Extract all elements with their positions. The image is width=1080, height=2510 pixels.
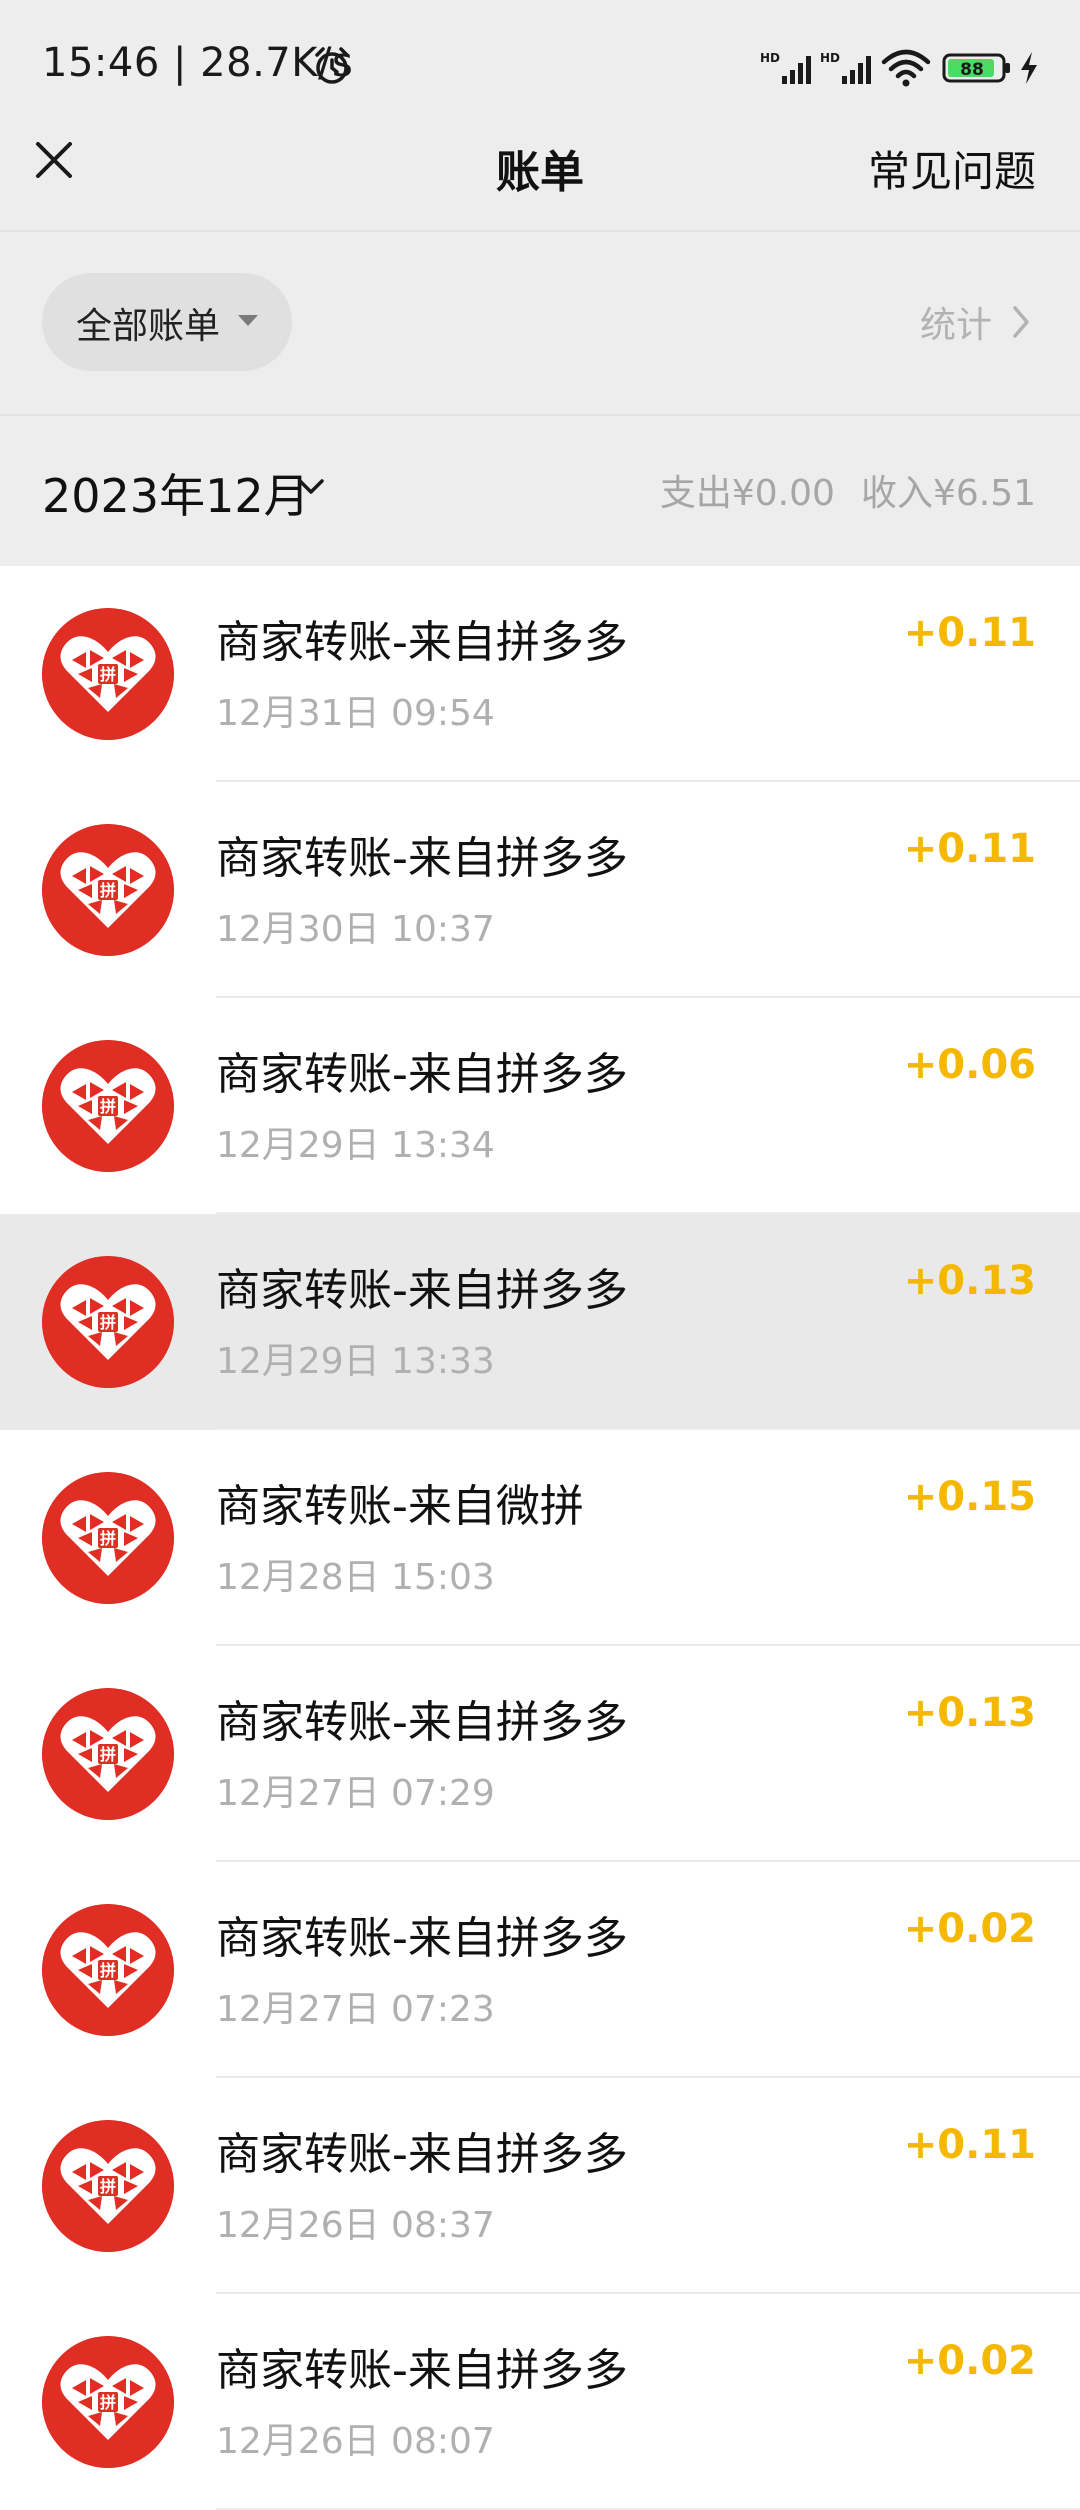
pinduoduo-logo-icon: 拼	[42, 1904, 174, 2036]
filter-label: 全部账单	[76, 306, 221, 347]
pinduoduo-logo-icon: 拼	[42, 608, 174, 740]
divider	[0, 230, 1080, 232]
transaction-time: 12月27日 07:23	[216, 1989, 495, 2030]
month-summary: 支出¥0.00 收入¥6.51	[634, 464, 1036, 516]
pinduoduo-logo-icon: 拼	[42, 2336, 174, 2468]
status-time: 15:46 | 28.7K/s	[42, 40, 354, 86]
transaction-amount: +0.02	[903, 1906, 1036, 1952]
transaction-time: 12月26日 08:07	[216, 2421, 495, 2462]
pinduoduo-logo-icon: 拼	[42, 1688, 174, 1820]
transaction-title: 商家转账-来自拼多多	[216, 1697, 628, 1748]
chevron-down-icon[interactable]	[296, 476, 326, 498]
svg-text:拼: 拼	[100, 2393, 116, 2412]
transaction-row[interactable]: 拼 商家转账-来自微拼 12月28日 15:03 +0.15	[0, 1430, 1080, 1646]
transaction-time: 12月27日 07:29	[216, 1773, 495, 1814]
transaction-time: 12月28日 15:03	[216, 1557, 495, 1598]
caret-down-icon	[238, 315, 258, 326]
transaction-row[interactable]: 拼 商家转账-来自拼多多 12月29日 13:34 +0.06	[0, 998, 1080, 1214]
chevron-right-icon[interactable]	[1010, 304, 1032, 340]
hd-label: HD	[760, 51, 780, 65]
transaction-row[interactable]: 拼 商家转账-来自拼多多 12月29日 13:33 +0.13	[0, 1214, 1080, 1430]
wifi-icon	[881, 49, 931, 87]
transaction-amount: +0.11	[903, 610, 1036, 656]
transaction-amount: +0.13	[903, 1690, 1036, 1736]
svg-text:拼: 拼	[100, 1529, 116, 1548]
transaction-row[interactable]: 拼 商家转账-来自拼多多 12月27日 07:29 +0.13	[0, 1646, 1080, 1862]
hd-label: HD	[820, 51, 840, 65]
income-total: 收入¥6.51	[860, 473, 1036, 514]
transaction-row[interactable]: 拼 商家转账-来自拼多多 12月31日 09:54 +0.11	[0, 566, 1080, 782]
charging-bolt-icon	[1021, 52, 1037, 84]
transaction-list: 拼商家转账-来自拼多多 12月31日 09:54 +0.11 拼商家转账-来自拼多多 1…	[0, 566, 1080, 2510]
transaction-title: 商家转账-来自拼多多	[216, 1913, 628, 1964]
battery-level: 88	[960, 60, 984, 80]
transaction-amount: +0.11	[903, 826, 1036, 872]
transaction-time: 12月26日 08:37	[216, 2205, 495, 2246]
transaction-amount: +0.15	[903, 1474, 1036, 1520]
pinduoduo-logo-icon: 拼	[42, 1256, 174, 1388]
transaction-amount: +0.11	[903, 2122, 1036, 2168]
transaction-title: 商家转账-来自微拼	[216, 1481, 584, 1532]
transaction-title: 商家转账-来自拼多多	[216, 2129, 628, 2180]
transaction-title: 商家转账-来自拼多多	[216, 617, 628, 668]
transaction-title: 商家转账-来自拼多多	[216, 2345, 628, 2396]
cellular-signal-1-icon: HD	[760, 51, 811, 84]
transaction-amount: +0.06	[903, 1042, 1036, 1088]
alarm-clock-icon	[315, 47, 349, 84]
faq-link[interactable]: 常见问题	[868, 138, 1036, 199]
pinduoduo-logo-icon: 拼	[42, 824, 174, 956]
svg-text:拼: 拼	[100, 2177, 116, 2196]
battery-icon: 88	[942, 53, 1010, 83]
expense-total: 支出¥0.00	[659, 473, 835, 514]
transaction-time: 12月31日 09:54	[216, 693, 495, 734]
pinduoduo-logo-icon: 拼	[42, 1472, 174, 1604]
transaction-time: 12月29日 13:33	[216, 1341, 495, 1382]
svg-text:拼: 拼	[100, 1097, 116, 1116]
pinduoduo-logo-icon: 拼	[42, 1040, 174, 1172]
transaction-amount: +0.02	[903, 2338, 1036, 2384]
transaction-row[interactable]: 拼 商家转账-来自拼多多 12月27日 07:23 +0.02	[0, 1862, 1080, 2078]
transaction-row[interactable]: 拼 商家转账-来自拼多多 12月26日 08:07 +0.02	[0, 2294, 1080, 2510]
statistics-link[interactable]: 统计	[920, 296, 992, 348]
cellular-signal-2-icon: HD	[820, 51, 871, 84]
pinduoduo-logo-icon: 拼	[42, 2120, 174, 2252]
svg-text:拼: 拼	[100, 1313, 116, 1332]
svg-text:拼: 拼	[100, 1961, 116, 1980]
transaction-title: 商家转账-来自拼多多	[216, 833, 628, 884]
transaction-title: 商家转账-来自拼多多	[216, 1265, 628, 1316]
svg-text:拼: 拼	[100, 665, 116, 684]
svg-text:拼: 拼	[100, 1745, 116, 1764]
transaction-time: 12月30日 10:37	[216, 909, 495, 950]
transaction-time: 12月29日 13:34	[216, 1125, 495, 1166]
transaction-amount: +0.13	[903, 1258, 1036, 1304]
transaction-row[interactable]: 拼 商家转账-来自拼多多 12月26日 08:37 +0.11	[0, 2078, 1080, 2294]
transaction-row[interactable]: 拼 商家转账-来自拼多多 12月30日 10:37 +0.11	[0, 782, 1080, 998]
svg-text:拼: 拼	[100, 881, 116, 900]
transaction-title: 商家转账-来自拼多多	[216, 1049, 628, 1100]
bill-filter-dropdown[interactable]: 全部账单	[42, 273, 292, 371]
month-selector[interactable]: 2023年12月	[42, 460, 310, 526]
